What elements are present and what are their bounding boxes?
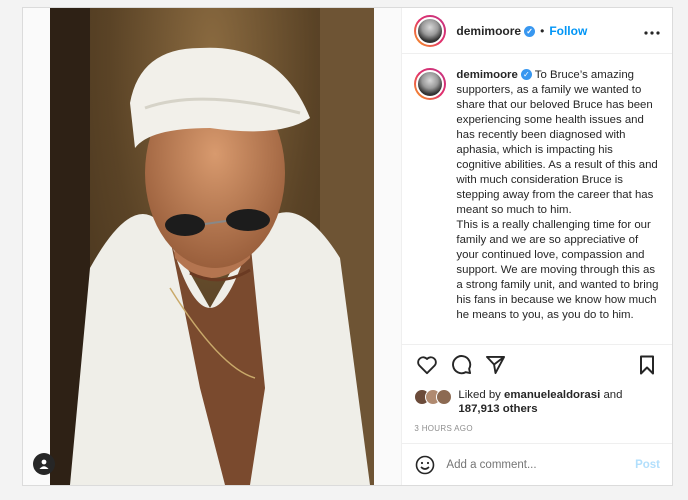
likes-summary: Liked by emanuelealdorasi and 187,913 ot… [402,384,672,416]
liked-by-user[interactable]: emanuelealdorasi [504,389,600,401]
instagram-post-modal: demimoore ✓ • Follow demimoore ✓ To Bruce’… [22,7,673,486]
liker-avatars [414,389,453,405]
bookmark-icon[interactable] [630,351,664,379]
follow-button[interactable]: Follow [549,24,587,38]
heart-icon[interactable] [410,351,444,379]
caption-text: demimoore ✓ To Bruce’s amazing supporters… [456,68,660,344]
post-photo[interactable] [50,8,374,485]
share-icon[interactable] [478,351,512,379]
photo-illustration [50,8,374,485]
liked-by-prefix: Liked by [458,389,501,401]
liked-by-and: and [603,389,623,401]
caption-section: demimoore ✓ To Bruce’s amazing supporters… [402,54,672,344]
author-avatar[interactable] [414,14,447,47]
caption-username[interactable]: demimoore [456,69,517,81]
caption-paragraph-2: This is a really challenging time for ou… [456,219,659,321]
others-count[interactable]: 187,913 others [458,403,537,415]
caption-paragraph-1: To Bruce’s amazing supporters, as a fami… [456,69,658,216]
comment-bar: Post [402,443,672,485]
verified-icon: ✓ [520,69,532,81]
emoji-icon[interactable] [414,454,436,476]
post-comment-button[interactable]: Post [635,459,660,471]
comment-icon[interactable] [444,351,478,379]
liker-avatar [436,389,453,405]
post-header: demimoore ✓ • Follow [402,8,672,54]
post-media [23,8,403,485]
author-username[interactable]: demimoore ✓ [456,24,536,38]
user-tag-icon[interactable] [33,453,55,475]
post-timestamp[interactable]: 3 HOURS AGO [402,416,672,443]
comment-input[interactable] [446,458,636,471]
action-bar [402,344,672,384]
caption-avatar[interactable] [414,68,447,100]
post-sidebar: demimoore ✓ • Follow demimoore ✓ To Bruce’… [402,8,672,485]
verified-icon: ✓ [524,25,536,37]
separator-dot: • [540,23,545,38]
more-options-icon[interactable] [644,22,660,40]
